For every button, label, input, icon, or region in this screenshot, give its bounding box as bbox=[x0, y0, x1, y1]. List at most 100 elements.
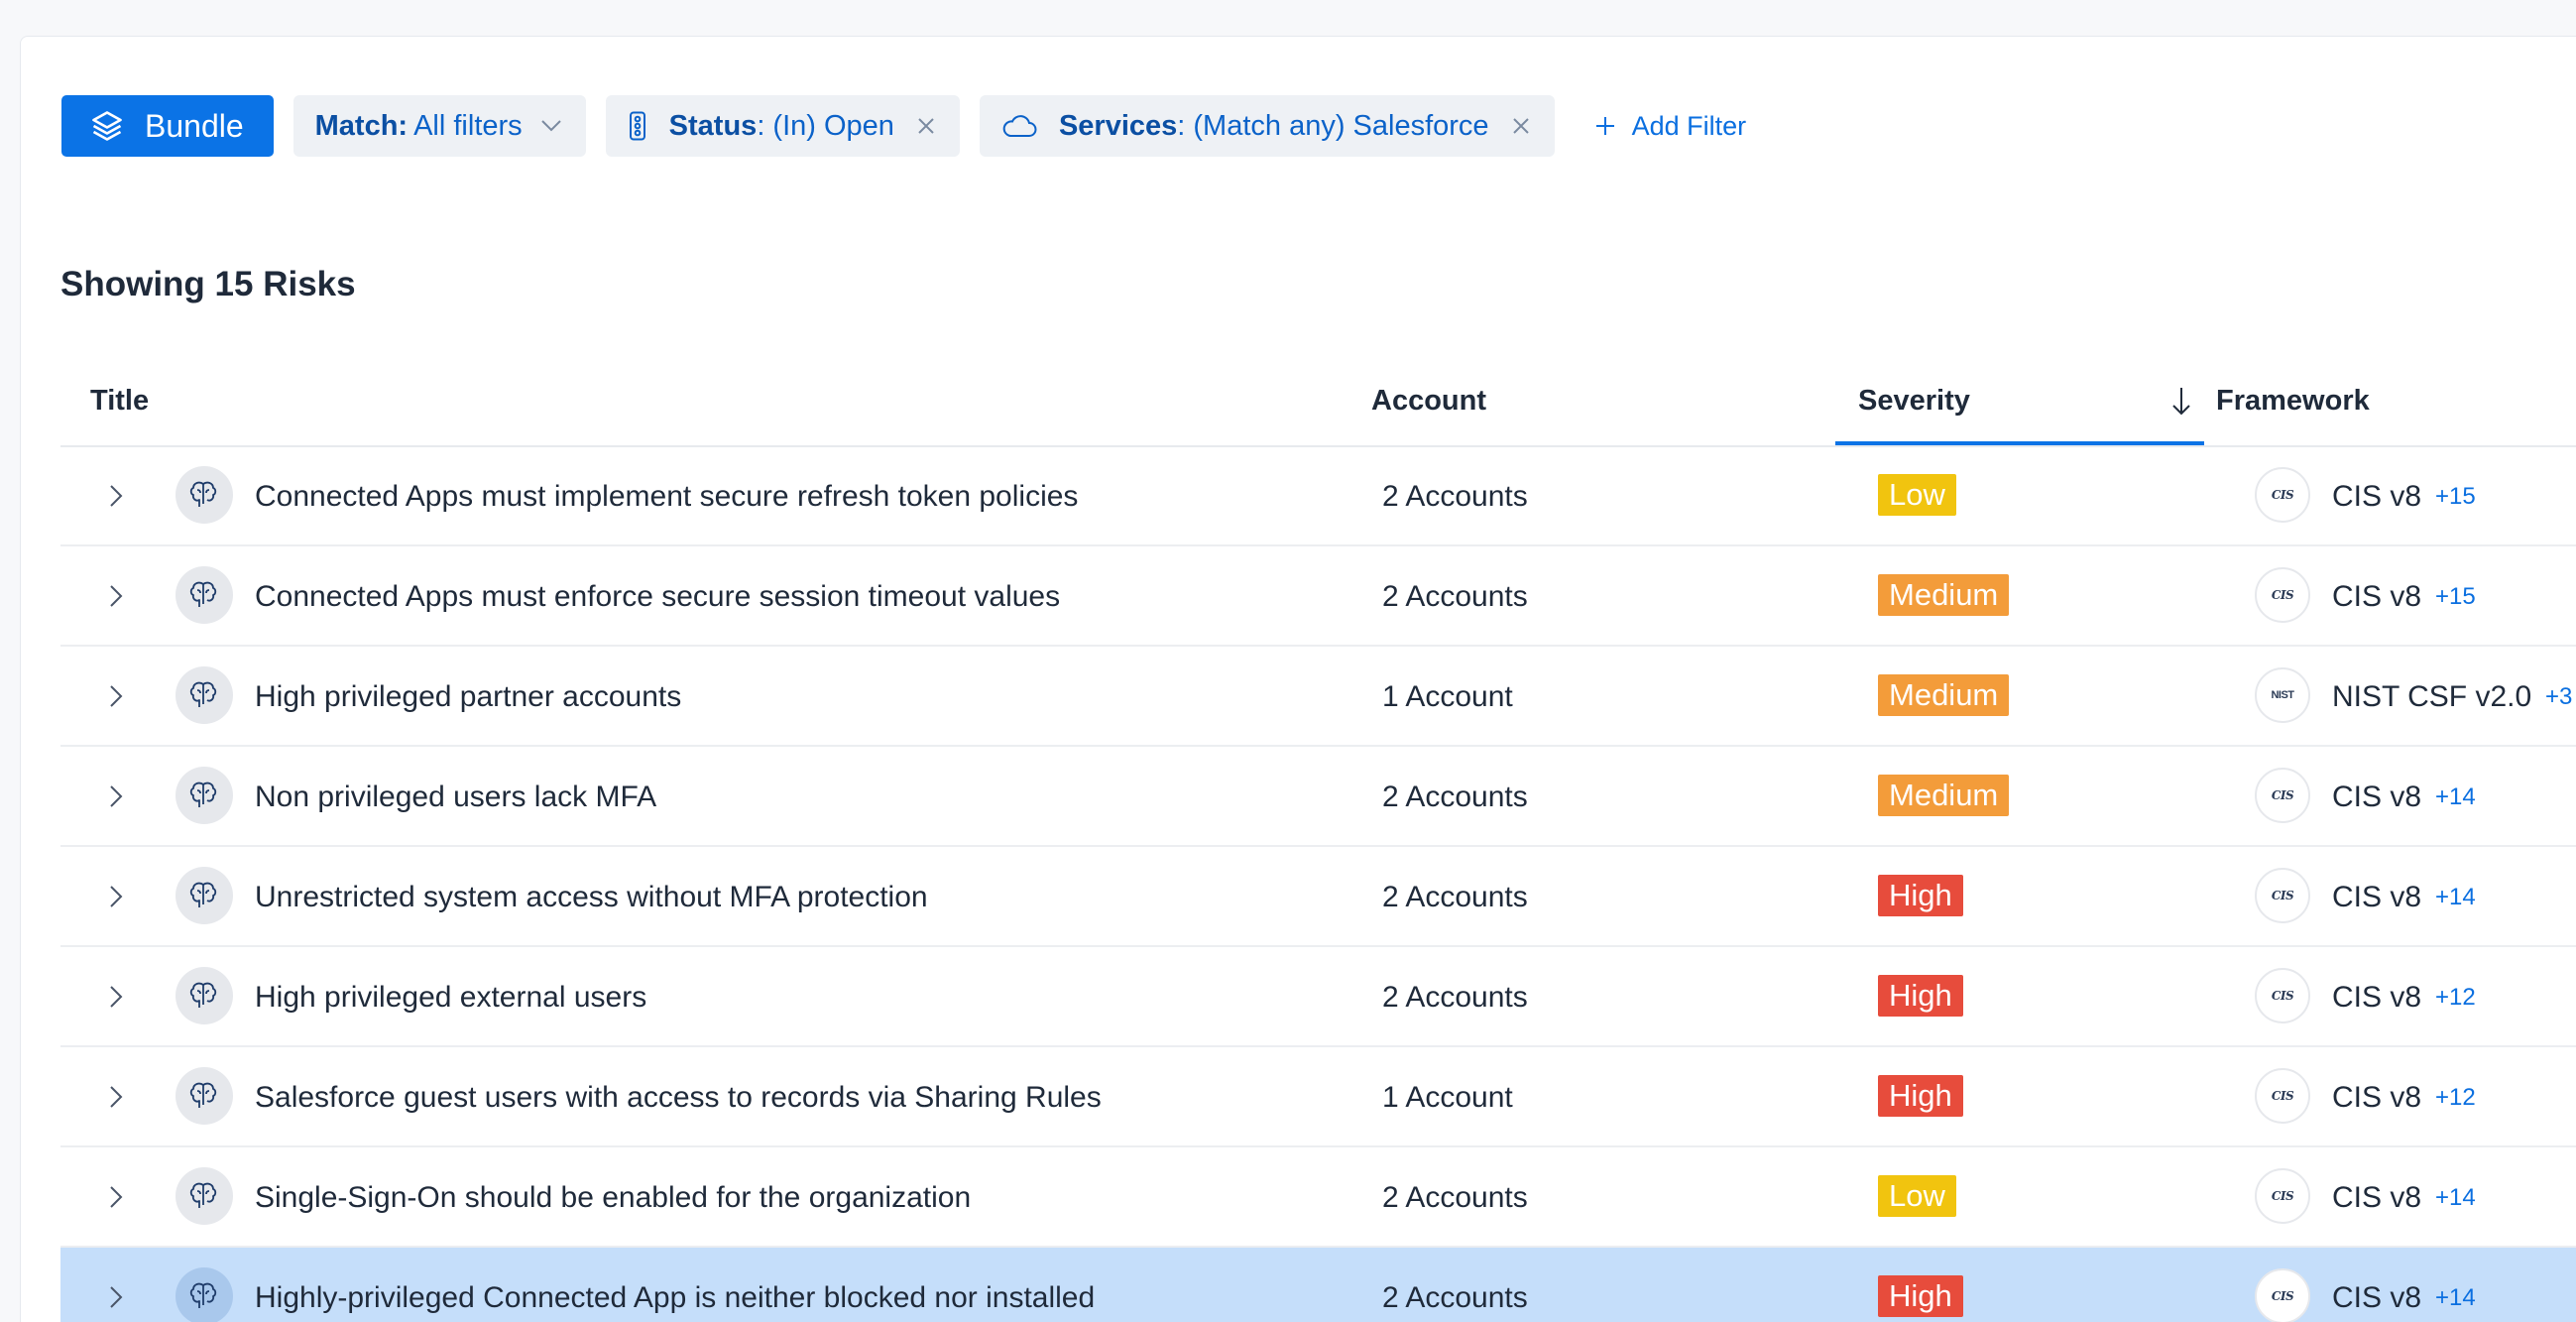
remove-status-filter-icon[interactable] bbox=[916, 116, 936, 136]
framework-more-count[interactable]: +14 bbox=[2435, 847, 2476, 947]
framework-logo: CIS bbox=[2255, 567, 2310, 623]
account-count: 1 Account bbox=[1382, 680, 1513, 713]
risk-title[interactable]: Highly-privileged Connected App is neith… bbox=[255, 1248, 1095, 1322]
chevron-right-icon[interactable] bbox=[108, 1277, 138, 1317]
account-count: 2 Accounts bbox=[1382, 1281, 1528, 1314]
add-filter-button[interactable]: Add Filter bbox=[1575, 110, 1747, 142]
table-row[interactable]: Connected Apps must enforce secure sessi… bbox=[60, 546, 2576, 647]
chevron-right-icon[interactable] bbox=[108, 676, 138, 716]
table-row[interactable]: Unrestricted system access without MFA p… bbox=[60, 847, 2576, 947]
framework-logo: CIS bbox=[2255, 768, 2310, 823]
brain-icon bbox=[176, 666, 233, 724]
status-filter-key: Status bbox=[668, 109, 758, 142]
table-row[interactable]: Salesforce guest users with access to re… bbox=[60, 1047, 2576, 1147]
risk-title[interactable]: Single-Sign-On should be enabled for the… bbox=[255, 1147, 971, 1248]
framework-name: CIS v8 bbox=[2332, 580, 2422, 613]
table-row[interactable]: Connected Apps must implement secure ref… bbox=[60, 446, 2576, 546]
add-filter-label: Add Filter bbox=[1631, 110, 1747, 141]
chevron-right-icon[interactable] bbox=[108, 877, 138, 916]
match-filter-chip[interactable]: Match: All filters bbox=[293, 95, 586, 157]
table-row[interactable]: Highly-privileged Connected App is neith… bbox=[60, 1248, 2576, 1322]
severity-badge: Medium bbox=[1878, 574, 2010, 616]
account-count: 2 Accounts bbox=[1382, 580, 1528, 613]
table-row[interactable]: High privileged external users 2 Account… bbox=[60, 947, 2576, 1047]
framework-name: CIS v8 bbox=[2332, 480, 2422, 513]
framework-more-count[interactable]: +3 bbox=[2545, 647, 2572, 747]
brain-icon bbox=[176, 1067, 233, 1125]
traffic-light-icon bbox=[628, 111, 647, 141]
severity-badge: Low bbox=[1878, 474, 1956, 516]
brain-icon bbox=[176, 466, 233, 524]
framework-logo: CIS bbox=[2255, 968, 2310, 1023]
framework-name: CIS v8 bbox=[2332, 1281, 2422, 1314]
column-header-severity-label: Severity bbox=[1858, 385, 1970, 417]
risk-title[interactable]: High privileged partner accounts bbox=[255, 647, 681, 747]
page-title: Showing 15 Risks bbox=[60, 265, 356, 303]
status-filter-value: : (In) Open bbox=[757, 109, 894, 142]
risk-title[interactable]: Connected Apps must implement secure ref… bbox=[255, 446, 1078, 546]
chevron-right-icon[interactable] bbox=[108, 1077, 138, 1117]
account-count: 2 Accounts bbox=[1382, 1181, 1528, 1214]
remove-services-filter-icon[interactable] bbox=[1511, 116, 1531, 136]
table-header: Title Account Severity Framework bbox=[60, 364, 2576, 447]
chevron-right-icon[interactable] bbox=[108, 576, 138, 616]
framework-more-count[interactable]: +14 bbox=[2435, 747, 2476, 847]
services-filter-chip[interactable]: Services : (Match any) Salesforce bbox=[979, 95, 1555, 157]
brain-icon bbox=[176, 967, 233, 1024]
framework-logo: CIS bbox=[2255, 868, 2310, 923]
account-count: 1 Account bbox=[1382, 1081, 1513, 1114]
chevron-right-icon[interactable] bbox=[108, 777, 138, 816]
risks-table-body: Connected Apps must implement secure ref… bbox=[60, 446, 2576, 1322]
severity-badge: Low bbox=[1878, 1175, 1956, 1217]
column-header-severity[interactable]: Severity bbox=[1835, 364, 2204, 445]
chevron-right-icon[interactable] bbox=[108, 476, 138, 516]
severity-badge: High bbox=[1878, 1075, 1963, 1117]
framework-more-count[interactable]: +14 bbox=[2435, 1248, 2476, 1322]
risk-title[interactable]: Non privileged users lack MFA bbox=[255, 747, 656, 847]
bundle-button[interactable]: Bundle bbox=[61, 95, 274, 157]
severity-badge: High bbox=[1878, 875, 1963, 916]
framework-name: CIS v8 bbox=[2332, 981, 2422, 1014]
framework-name: NIST CSF v2.0 bbox=[2332, 680, 2532, 713]
framework-name: CIS v8 bbox=[2332, 1181, 2422, 1214]
framework-name: CIS v8 bbox=[2332, 881, 2422, 913]
risks-panel: Bundle Match: All filters Status : (In) … bbox=[20, 36, 2576, 1322]
framework-more-count[interactable]: +15 bbox=[2435, 446, 2476, 546]
framework-name: CIS v8 bbox=[2332, 781, 2422, 813]
framework-logo: CIS bbox=[2255, 1068, 2310, 1124]
brain-icon bbox=[176, 566, 233, 624]
chevron-right-icon[interactable] bbox=[108, 1177, 138, 1217]
risk-title[interactable]: Salesforce guest users with access to re… bbox=[255, 1047, 1102, 1147]
table-row[interactable]: High privileged partner accounts 1 Accou… bbox=[60, 647, 2576, 747]
severity-badge: High bbox=[1878, 1275, 1963, 1317]
framework-more-count[interactable]: +15 bbox=[2435, 546, 2476, 647]
risk-title[interactable]: Connected Apps must enforce secure sessi… bbox=[255, 546, 1060, 647]
column-header-framework[interactable]: Framework bbox=[2216, 364, 2370, 445]
framework-more-count[interactable]: +12 bbox=[2435, 1047, 2476, 1147]
chevron-right-icon[interactable] bbox=[108, 977, 138, 1017]
table-row[interactable]: Single-Sign-On should be enabled for the… bbox=[60, 1147, 2576, 1248]
chevron-down-icon[interactable] bbox=[540, 119, 562, 133]
risk-title[interactable]: Unrestricted system access without MFA p… bbox=[255, 847, 928, 947]
brain-icon bbox=[176, 1167, 233, 1225]
column-header-title[interactable]: Title bbox=[90, 364, 149, 445]
brain-icon bbox=[176, 767, 233, 824]
framework-more-count[interactable]: +14 bbox=[2435, 1147, 2476, 1248]
table-row[interactable]: Non privileged users lack MFA 2 Accounts… bbox=[60, 747, 2576, 847]
layers-icon bbox=[92, 111, 122, 141]
risk-title[interactable]: High privileged external users bbox=[255, 947, 646, 1047]
framework-logo: CIS bbox=[2255, 467, 2310, 523]
filter-bar: Bundle Match: All filters Status : (In) … bbox=[61, 95, 1746, 157]
severity-badge: High bbox=[1878, 975, 1963, 1017]
framework-more-count[interactable]: +12 bbox=[2435, 947, 2476, 1047]
severity-badge: Medium bbox=[1878, 775, 2010, 816]
account-count: 2 Accounts bbox=[1382, 881, 1528, 913]
column-header-account[interactable]: Account bbox=[1371, 364, 1486, 445]
cloud-icon bbox=[1001, 113, 1037, 139]
framework-logo: CIS bbox=[2255, 1268, 2310, 1322]
bundle-label: Bundle bbox=[145, 107, 244, 144]
match-filter-value: All filters bbox=[413, 109, 523, 142]
account-count: 2 Accounts bbox=[1382, 480, 1528, 513]
status-filter-chip[interactable]: Status : (In) Open bbox=[605, 95, 960, 157]
plus-icon bbox=[1595, 117, 1614, 135]
